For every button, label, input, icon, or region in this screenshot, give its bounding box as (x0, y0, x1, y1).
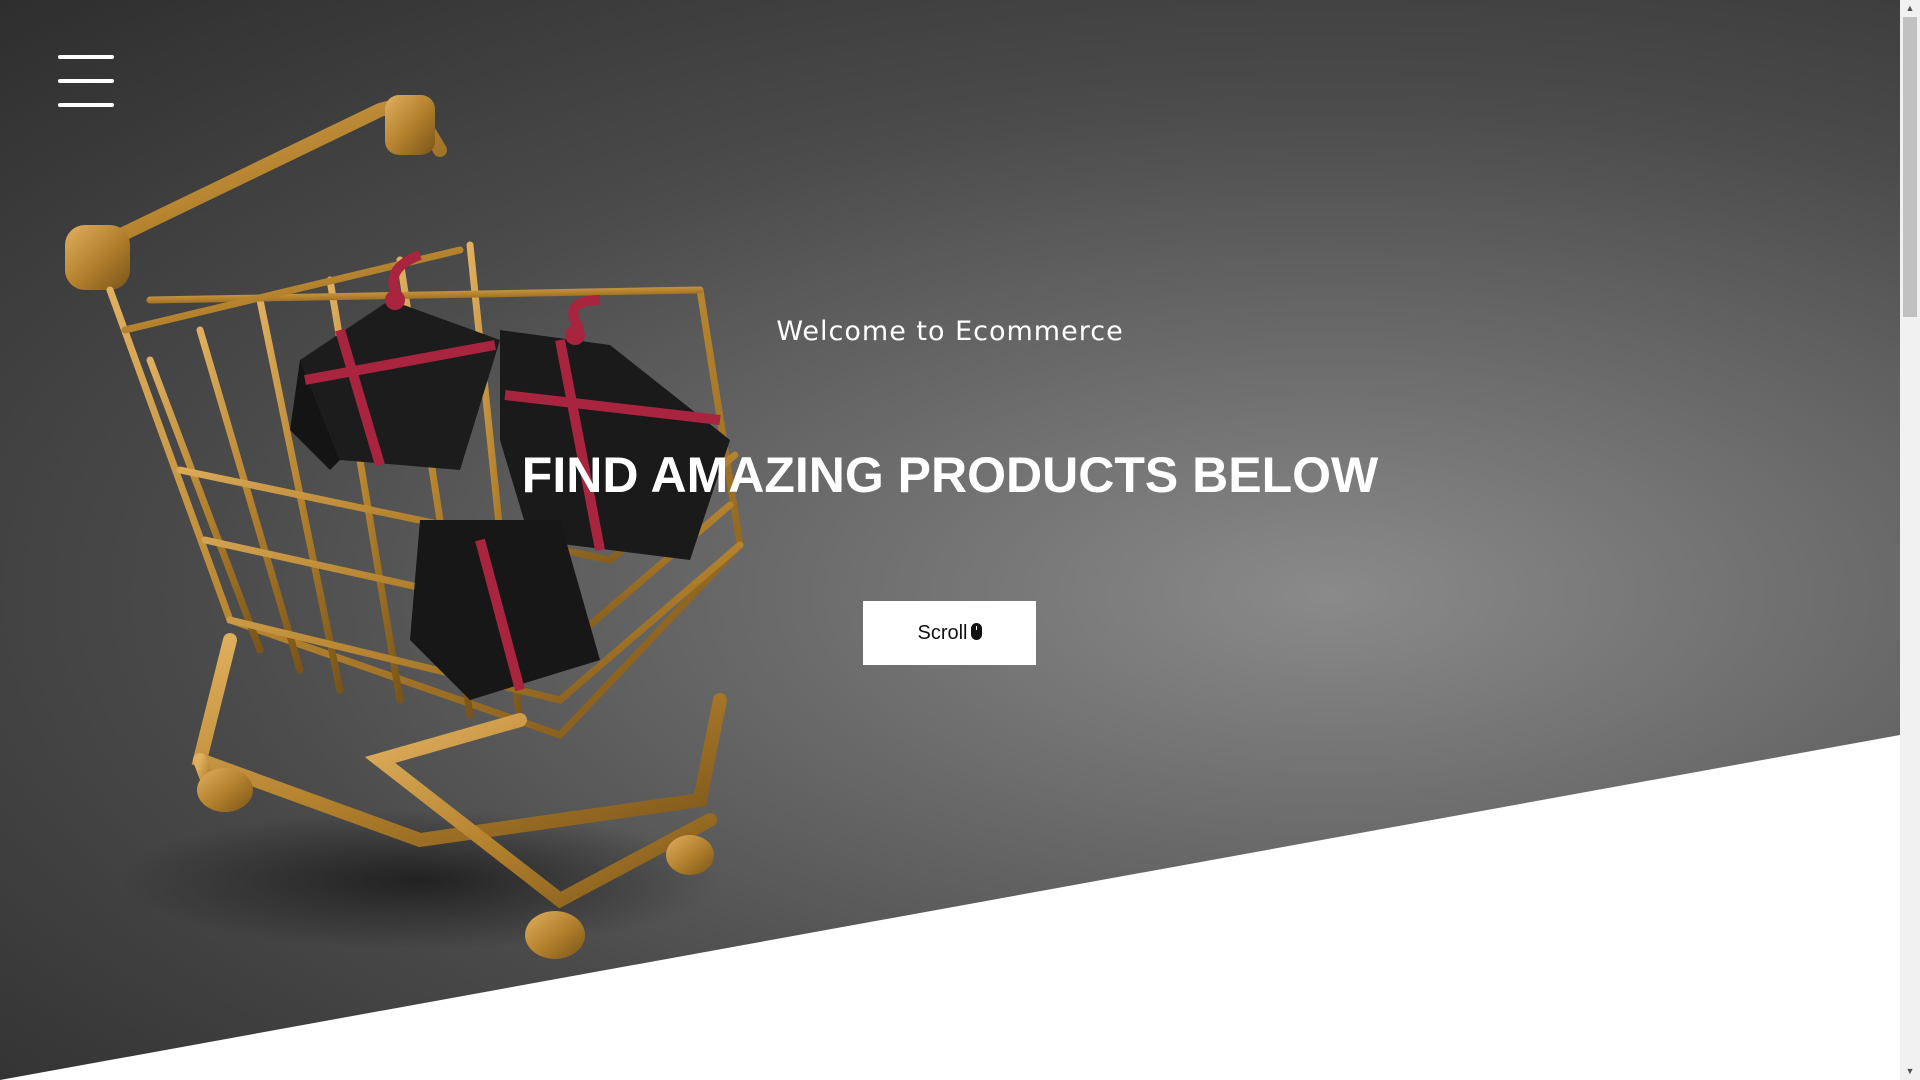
scroll-button-label: Scroll (917, 621, 968, 644)
vertical-scrollbar[interactable]: ▲ ▼ (1900, 0, 1920, 1080)
menu-line (58, 55, 114, 59)
scroll-up-arrow-icon[interactable]: ▲ (1900, 0, 1920, 17)
scroll-button[interactable]: Scroll (863, 601, 1036, 665)
mouse-icon (970, 622, 982, 640)
scrollbar-thumb[interactable] (1903, 17, 1917, 317)
scroll-down-arrow-icon[interactable]: ▼ (1900, 1063, 1920, 1080)
welcome-text: Welcome to Ecommerce (776, 316, 1124, 347)
menu-line (58, 79, 114, 83)
menu-line (58, 103, 114, 107)
shopping-cart-image (65, 95, 744, 959)
hero-section: Welcome to Ecommerce FIND AMAZING PRODUC… (0, 0, 1900, 1080)
hamburger-menu-icon[interactable] (58, 55, 114, 107)
hero-headline: FIND AMAZING PRODUCTS BELOW (521, 447, 1379, 503)
